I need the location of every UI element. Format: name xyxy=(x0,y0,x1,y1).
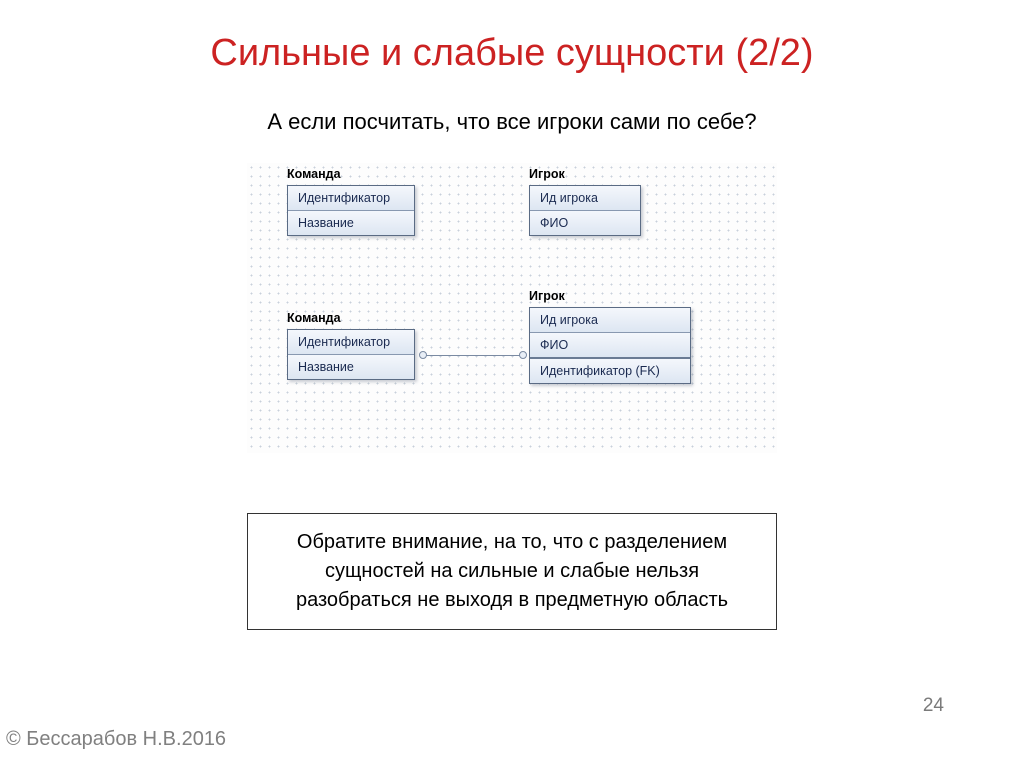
entity-attr: ФИО xyxy=(530,211,640,235)
copyright: © Бессарабов Н.В.2016 xyxy=(6,728,226,751)
entity-attr: ФИО xyxy=(530,333,690,359)
entity-attr: Идентификатор (FK) xyxy=(530,359,690,383)
page-number: 24 xyxy=(923,695,944,717)
entity-label-team-top: Команда xyxy=(287,167,341,181)
entity-label-player-top: Игрок xyxy=(529,167,565,181)
entity-attr: Название xyxy=(288,211,414,235)
er-diagram: Команда Идентификатор Название Игрок Ид … xyxy=(247,163,777,453)
relationship-line xyxy=(423,355,521,356)
entity-label-team-bottom: Команда xyxy=(287,311,341,325)
slide-title: Сильные и слабые сущности (2/2) xyxy=(0,0,1024,85)
entity-player-bottom: Ид игрока ФИО Идентификатор (FK) xyxy=(529,307,691,384)
slide-subtitle: А если посчитать, что все игроки сами по… xyxy=(0,109,1024,135)
entity-attr: Название xyxy=(288,355,414,379)
entity-team-bottom: Идентификатор Название xyxy=(287,329,415,380)
entity-label-player-bottom: Игрок xyxy=(529,289,565,303)
relationship-endpoint-right xyxy=(519,351,527,359)
relationship-endpoint-left xyxy=(419,351,427,359)
entity-player-top: Ид игрока ФИО xyxy=(529,185,641,236)
note-box: Обратите внимание, на то, что с разделен… xyxy=(247,513,777,630)
entity-attr: Идентификатор xyxy=(288,330,414,355)
entity-attr: Идентификатор xyxy=(288,186,414,211)
entity-attr: Ид игрока xyxy=(530,186,640,211)
entity-attr: Ид игрока xyxy=(530,308,690,333)
entity-team-top: Идентификатор Название xyxy=(287,185,415,236)
